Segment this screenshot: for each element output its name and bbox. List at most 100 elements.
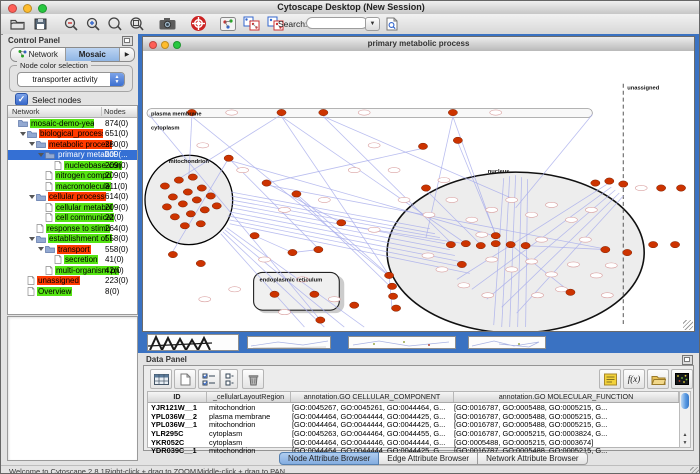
tree-row[interactable]: secretion41(0) xyxy=(8,255,137,266)
expand-arrow-icon[interactable] xyxy=(29,195,35,199)
snapshot-camera-icon[interactable] xyxy=(157,15,177,32)
network-window-titlebar[interactable]: primary metabolic process xyxy=(143,37,694,52)
network-node[interactable] xyxy=(591,180,600,186)
network-node[interactable] xyxy=(160,183,169,189)
attribute-table-icon[interactable] xyxy=(150,369,172,389)
tab-network-attribute-browser[interactable]: Network Attribute Browser xyxy=(478,452,587,465)
tree-row[interactable]: macromolecule311(0) xyxy=(8,181,137,192)
select-attributes-small-icon[interactable] xyxy=(220,369,238,389)
float-panel-icon[interactable] xyxy=(682,355,693,365)
tree-column-network[interactable]: Network xyxy=(8,107,102,116)
network-node[interactable] xyxy=(178,201,187,207)
open-session-icon[interactable] xyxy=(7,15,27,32)
float-panel-icon[interactable] xyxy=(122,36,133,46)
table-scrollbar[interactable]: ▲▼ xyxy=(679,391,691,448)
tree-row[interactable]: cell communicat22(0) xyxy=(8,213,137,224)
tree-row[interactable]: nitrogen compo209(0) xyxy=(8,171,137,182)
table-column-header[interactable]: ID xyxy=(148,392,207,402)
network-node[interactable] xyxy=(491,233,500,239)
network-node[interactable] xyxy=(180,223,189,229)
network-node[interactable] xyxy=(292,191,301,197)
app-resize-grip[interactable] xyxy=(690,467,699,474)
network-node[interactable] xyxy=(337,220,346,226)
table-column-header[interactable]: annotation.GO MOLECULAR_FUNCTION xyxy=(454,392,679,402)
tree-row[interactable]: response to stimul264(0) xyxy=(8,223,137,234)
tab-network[interactable]: Network xyxy=(11,48,66,61)
window-resize-grip[interactable] xyxy=(683,320,693,330)
zoom-fit-icon[interactable] xyxy=(105,15,125,32)
network-node[interactable] xyxy=(196,260,205,266)
table-column-header[interactable]: annotation.GO CELLULAR_COMPONENT xyxy=(291,392,454,402)
tab-node-attribute-browser[interactable]: Node Attribute Browser xyxy=(279,452,379,465)
network-node[interactable] xyxy=(262,180,271,186)
network-node[interactable] xyxy=(170,214,179,220)
tree-row[interactable]: primary metabol209(... xyxy=(8,150,137,161)
tab-mosaic[interactable]: Mosaic xyxy=(66,48,121,61)
network-node[interactable] xyxy=(623,249,632,255)
network-node[interactable] xyxy=(168,194,177,200)
node-color-dropdown[interactable]: transporter activity ▲▼ xyxy=(17,72,125,87)
birdseye-view-panel[interactable] xyxy=(7,316,138,461)
network-node[interactable] xyxy=(446,241,455,247)
tree-row[interactable]: metabolic process280(0) xyxy=(8,139,137,150)
search-dropdown-button[interactable]: ▼ xyxy=(365,17,380,31)
network-node[interactable] xyxy=(288,249,297,255)
network-node[interactable] xyxy=(619,181,628,187)
network-node[interactable] xyxy=(421,185,430,191)
network-node[interactable] xyxy=(670,241,679,247)
network-node[interactable] xyxy=(605,178,614,184)
table-row[interactable]: YPL036W__2plasma membrane[GO:0044464, GO… xyxy=(148,412,679,421)
more-tabs-arrow[interactable]: ▶ xyxy=(120,48,134,61)
expand-arrow-icon[interactable] xyxy=(29,237,35,241)
expand-arrow-icon[interactable] xyxy=(38,153,44,157)
scrollbar-arrows[interactable]: ▲▼ xyxy=(680,431,690,447)
network-node[interactable] xyxy=(200,207,209,213)
network-node[interactable] xyxy=(319,109,328,115)
tree-row[interactable]: Overview8(0) xyxy=(8,286,137,297)
network-node[interactable] xyxy=(418,143,427,149)
background-window-edge[interactable] xyxy=(348,336,456,349)
network-node[interactable] xyxy=(270,291,279,297)
attribute-notes-icon[interactable] xyxy=(599,369,621,389)
expand-arrow-icon[interactable] xyxy=(38,247,44,251)
network-node[interactable] xyxy=(453,137,462,143)
network-node[interactable] xyxy=(212,203,221,209)
network-node[interactable] xyxy=(457,261,466,267)
network-node[interactable] xyxy=(310,291,319,297)
new-attribute-icon[interactable] xyxy=(174,369,196,389)
tab-edge-attribute-browser[interactable]: Edge Attribute Browser xyxy=(379,452,478,465)
scrollbar-thumb[interactable] xyxy=(681,393,689,409)
table-row[interactable]: YLR295Ccytoplasm[GO:0045263, GO:0044464,… xyxy=(148,429,679,438)
tree-row[interactable]: unassigned223(0) xyxy=(8,276,137,287)
zoom-out-icon[interactable] xyxy=(61,15,81,32)
network-node[interactable] xyxy=(206,193,215,199)
tree-row[interactable]: cellular process614(0) xyxy=(8,192,137,203)
network-node[interactable] xyxy=(174,177,183,183)
network-node[interactable] xyxy=(385,272,394,278)
network-node[interactable] xyxy=(192,197,201,203)
save-session-icon[interactable] xyxy=(30,15,50,32)
tree-row[interactable]: cellular metabol209(0) xyxy=(8,202,137,213)
network-node[interactable] xyxy=(250,233,259,239)
table-row[interactable]: YKR052Ccytoplasm[GO:0044464, GO:0044446,… xyxy=(148,438,679,447)
network-node[interactable] xyxy=(601,246,610,252)
network-node[interactable] xyxy=(566,289,575,295)
network-overview-icon[interactable] xyxy=(218,15,238,32)
network-node[interactable] xyxy=(389,293,398,299)
duplicate-network-icon-1[interactable] xyxy=(241,15,261,32)
tree-column-nodes[interactable]: Nodes xyxy=(102,107,137,116)
network-node[interactable] xyxy=(183,189,192,195)
attribute-matrix-icon[interactable] xyxy=(671,369,693,389)
formula-builder-icon[interactable]: f(x) xyxy=(623,369,645,389)
table-column-header[interactable]: _cellularLayoutRegion xyxy=(207,392,291,402)
zoom-in-icon[interactable] xyxy=(83,15,103,32)
network-node[interactable] xyxy=(314,246,323,252)
tree-row[interactable]: biological_process651(0) xyxy=(8,129,137,140)
background-window-edge[interactable] xyxy=(468,336,546,349)
tree-row[interactable]: multi-organism pro42(0) xyxy=(8,265,137,276)
advanced-search-icon[interactable] xyxy=(382,15,402,32)
network-canvas[interactable]: plasma membranecytoplasmmitochondrionnuc… xyxy=(143,51,694,331)
network-node[interactable] xyxy=(491,240,500,246)
network-node[interactable] xyxy=(277,109,286,115)
search-input[interactable] xyxy=(306,17,368,29)
